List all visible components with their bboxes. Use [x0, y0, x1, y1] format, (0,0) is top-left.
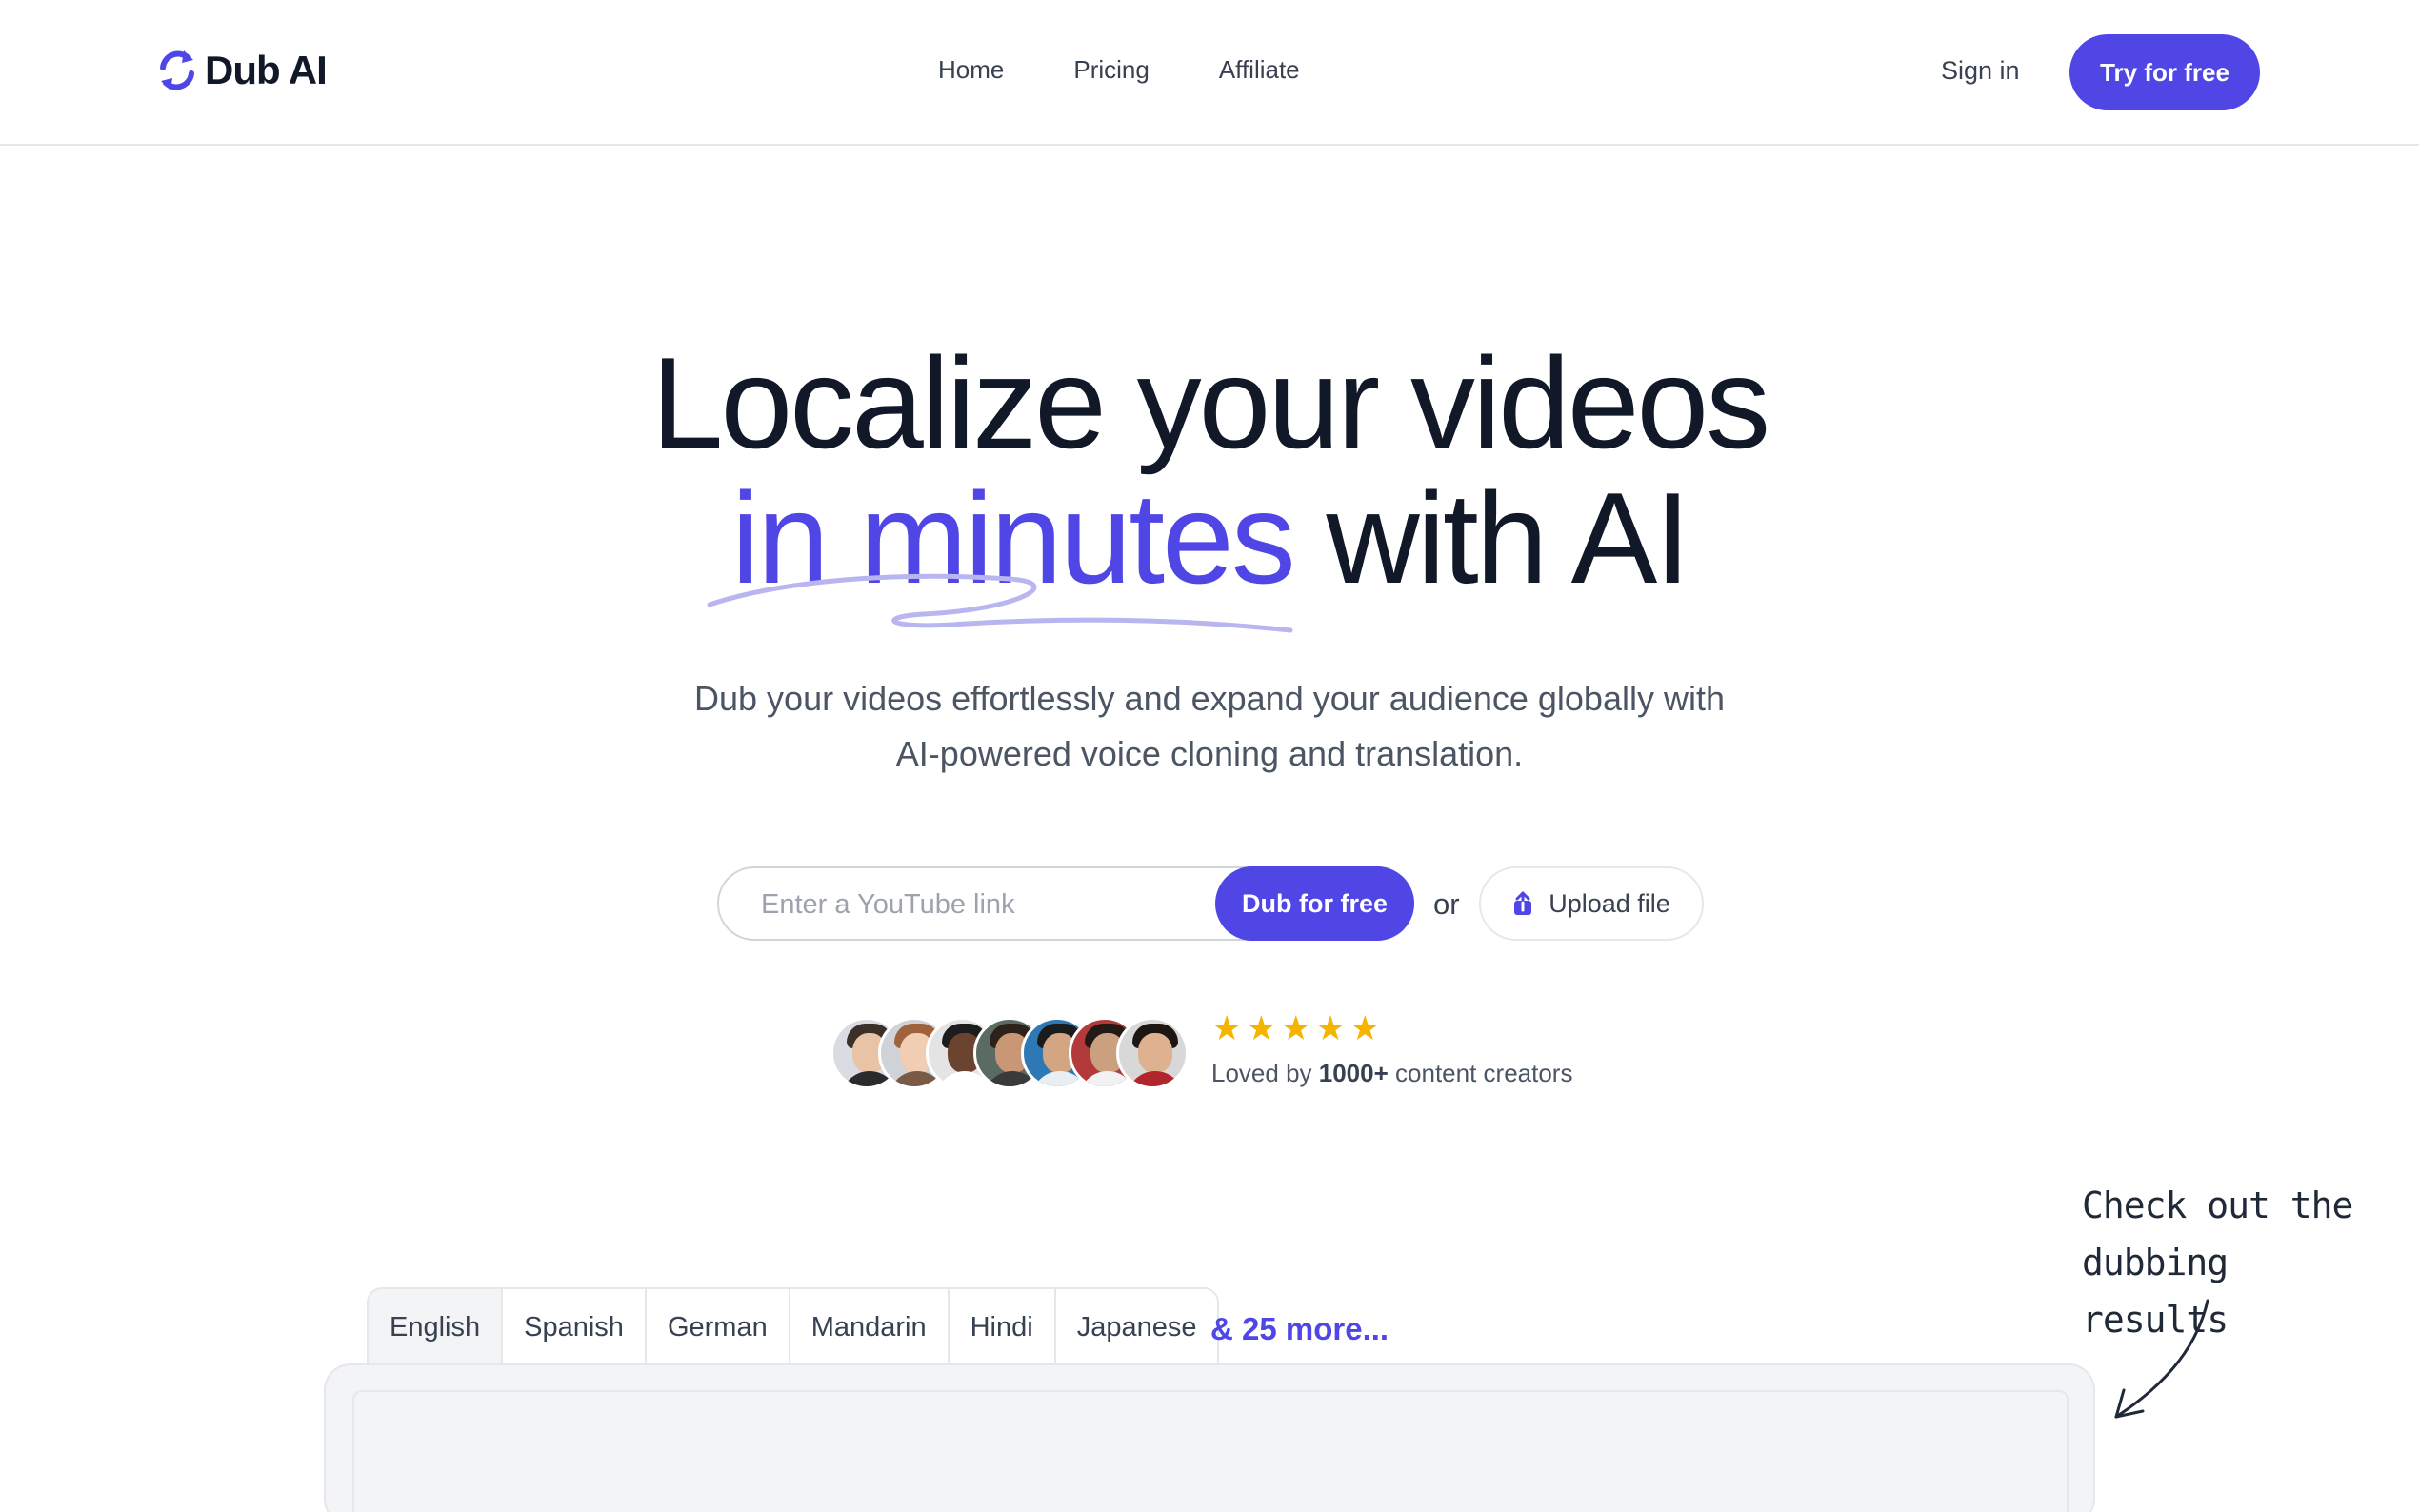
language-tabs: English Spanish German Mandarin Hindi Ja… [367, 1287, 1220, 1365]
video-preview[interactable] [352, 1390, 2069, 1512]
rating-stars: ★ ★ ★ ★ ★ [1211, 1011, 1380, 1045]
logo-text: Dub AI [205, 48, 328, 92]
star-icon: ★ [1246, 1008, 1277, 1047]
more-languages-link[interactable]: & 25 more... [1210, 1311, 1389, 1347]
loved-suffix: content creators [1395, 1059, 1573, 1087]
loved-count: 1000+ [1318, 1059, 1389, 1087]
video-preview-frame [324, 1363, 2095, 1512]
creator-avatars [830, 1017, 1192, 1089]
refresh-arrows-icon [160, 50, 194, 90]
sign-in-link[interactable]: Sign in [1941, 56, 2020, 86]
star-icon: ★ [1280, 1008, 1311, 1047]
tab-spanish[interactable]: Spanish [503, 1289, 647, 1365]
tab-mandarin[interactable]: Mandarin [790, 1289, 950, 1365]
tab-english[interactable]: English [369, 1289, 504, 1365]
star-icon: ★ [1349, 1008, 1381, 1047]
logo[interactable]: Dub AI [157, 48, 328, 93]
try-for-free-button[interactable]: Try for free [2069, 34, 2260, 110]
page: Dub AI Home Pricing Affiliate Sign in Tr… [0, 0, 2419, 1512]
youtube-link-input[interactable] [761, 884, 1209, 925]
hero-title-rest: with AI [1326, 466, 1691, 610]
tab-german[interactable]: German [646, 1289, 790, 1365]
upload-file-button[interactable]: Upload file [1479, 866, 1704, 941]
loved-prefix: Loved by [1211, 1059, 1312, 1087]
or-separator: or [1433, 887, 1460, 921]
avatar [1116, 1017, 1189, 1089]
nav-home[interactable]: Home [938, 55, 1004, 85]
tab-japanese[interactable]: Japanese [1055, 1289, 1218, 1365]
nav-pricing[interactable]: Pricing [1073, 55, 1149, 85]
note-line1: Check out the [2082, 1184, 2353, 1226]
dub-for-free-button[interactable]: Dub for free [1215, 866, 1414, 941]
tab-hindi[interactable]: Hindi [949, 1289, 1056, 1365]
nav-affiliate[interactable]: Affiliate [1219, 55, 1300, 85]
subtitle-line2: AI-powered voice cloning and translation… [895, 734, 1524, 773]
hero-subtitle: Dub your videos effortlessly and expand … [638, 671, 1781, 782]
main-nav: Home Pricing Affiliate [938, 55, 1369, 85]
upload-file-label: Upload file [1549, 888, 1670, 918]
loved-by-text: Loved by 1000+ content creators [1211, 1059, 1572, 1088]
upload-icon [1514, 891, 1532, 915]
star-icon: ★ [1211, 1008, 1243, 1047]
site-header: Dub AI Home Pricing Affiliate Sign in Tr… [0, 0, 2419, 146]
hero-title-line1: Localize your videos [650, 330, 1770, 475]
scribble-underline [707, 573, 1293, 633]
subtitle-line1: Dub your videos effortlessly and expand … [694, 679, 1725, 718]
curved-arrow-icon [2114, 1299, 2209, 1419]
star-icon: ★ [1314, 1008, 1347, 1047]
